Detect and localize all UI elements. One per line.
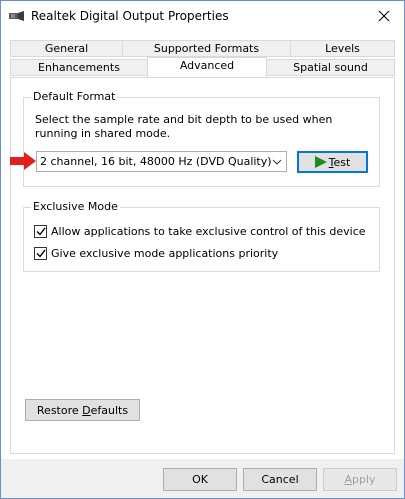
close-icon — [378, 10, 390, 22]
exclusive-mode-group: Exclusive Mode — [23, 200, 380, 272]
chevron-down-icon — [272, 159, 282, 165]
play-icon — [314, 156, 327, 168]
properties-dialog: Realtek Digital Output Properties Genera… — [0, 0, 405, 499]
apply-button-label: Apply — [344, 473, 376, 486]
ok-button[interactable]: OK — [163, 468, 237, 491]
checkmark-icon — [36, 227, 46, 236]
default-format-title: Default Format — [31, 90, 118, 103]
tab-general[interactable]: General — [10, 40, 123, 57]
exclusive-control-label: Allow applications to take exclusive con… — [51, 225, 366, 238]
restore-defaults-label: Restore Defaults — [36, 403, 129, 417]
test-button-label: Test — [328, 155, 351, 169]
window-title: Realtek Digital Output Properties — [31, 9, 229, 23]
exclusive-priority-option[interactable]: Give exclusive mode applications priorit… — [34, 247, 278, 260]
restore-defaults-button[interactable]: Restore Defaults — [25, 399, 140, 421]
cancel-button[interactable]: Cancel — [243, 468, 317, 491]
tab-supported-formats[interactable]: Supported Formats — [122, 40, 291, 57]
default-format-description: Select the sample rate and bit depth to … — [35, 113, 333, 140]
test-button[interactable]: Test — [297, 151, 368, 173]
exclusive-control-checkbox[interactable] — [34, 225, 47, 238]
selected-format-value: 2 channel, 16 bit, 48000 Hz (DVD Quality… — [40, 155, 272, 168]
default-format-group: Default Format — [23, 90, 380, 187]
exclusive-priority-checkbox[interactable] — [34, 247, 47, 260]
sample-rate-dropdown[interactable]: 2 channel, 16 bit, 48000 Hz (DVD Quality… — [36, 151, 287, 172]
tab-spatial-sound[interactable]: Spatial sound — [266, 59, 395, 76]
exclusive-priority-label: Give exclusive mode applications priorit… — [51, 247, 279, 260]
speaker-icon — [9, 11, 24, 21]
tab-enhancements[interactable]: Enhancements — [10, 59, 148, 76]
tab-levels[interactable]: Levels — [290, 40, 395, 57]
apply-button[interactable]: Apply — [323, 468, 397, 491]
title-bar[interactable]: Realtek Digital Output Properties — [1, 1, 404, 31]
exclusive-control-option[interactable]: Allow applications to take exclusive con… — [34, 225, 366, 238]
checkmark-icon — [36, 249, 46, 258]
tab-advanced[interactable]: Advanced — [147, 57, 267, 77]
close-button[interactable] — [370, 4, 398, 28]
exclusive-mode-title: Exclusive Mode — [31, 200, 120, 213]
red-arrow-icon — [10, 152, 36, 170]
